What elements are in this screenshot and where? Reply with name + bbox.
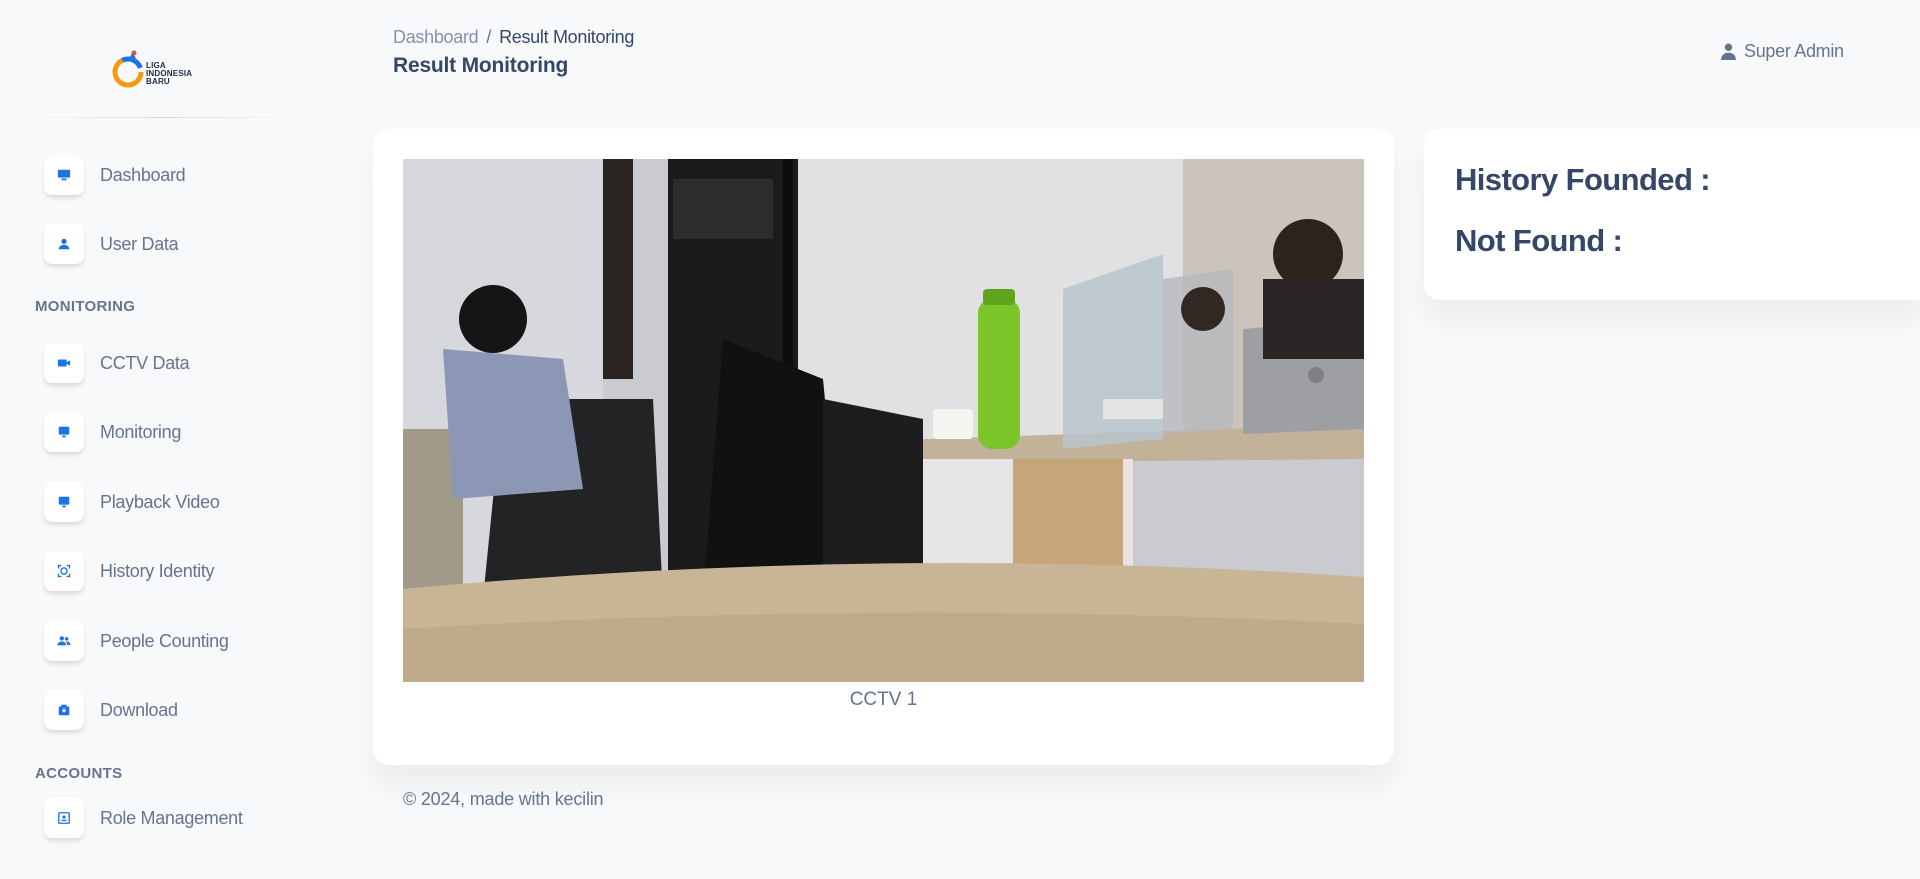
video-card: CCTV 1 — [373, 129, 1394, 765]
sidebar-item-label: Download — [100, 699, 178, 720]
sidebar-item-label: Dashboard — [100, 164, 186, 185]
sidebar: LIGA INDONESIA BARU Dashboard User Data … — [0, 0, 320, 879]
video-camera-icon — [44, 343, 84, 383]
section-title-monitoring: MONITORING — [35, 298, 136, 315]
monitor-icon — [44, 155, 84, 195]
user-icon — [44, 224, 84, 264]
sidebar-item-download[interactable]: Download — [44, 689, 304, 731]
sidebar-item-label: History Identity — [100, 560, 215, 581]
sidebar-item-cctv-data[interactable]: CCTV Data — [44, 342, 304, 384]
liga-logo-icon — [112, 50, 144, 88]
user-icon — [1721, 43, 1736, 60]
sidebar-item-label: Monitoring — [100, 421, 182, 442]
breadcrumb-separator: / — [486, 27, 492, 47]
video-caption: CCTV 1 — [849, 689, 918, 710]
breadcrumb: Dashboard / Result Monitoring — [393, 27, 634, 48]
history-card: History Founded : Not Found : — [1424, 129, 1920, 300]
face-scan-icon — [44, 551, 84, 591]
sidebar-item-label: CCTV Data — [100, 352, 190, 373]
brand-logo-text: LIGA INDONESIA BARU — [146, 61, 193, 86]
monitor-icon — [44, 412, 84, 452]
id-card-icon — [44, 798, 84, 838]
user-name: Super Admin — [1744, 41, 1844, 61]
sidebar-item-label: User Data — [100, 233, 179, 254]
sidebar-item-label: People Counting — [100, 630, 229, 651]
sidebar-item-people-counting[interactable]: People Counting — [44, 620, 304, 662]
page-title: Result Monitoring — [393, 54, 569, 77]
cctv-video-stream[interactable] — [403, 159, 1364, 682]
sidebar-item-label: Role Management — [100, 807, 243, 828]
monitor-icon — [44, 482, 84, 522]
user-menu[interactable]: Super Admin — [1721, 41, 1844, 62]
footer-text: © 2024, made with kecilin — [403, 789, 604, 809]
users-icon — [44, 621, 84, 661]
breadcrumb-link-dashboard[interactable]: Dashboard — [393, 27, 479, 47]
brand-logo[interactable]: LIGA INDONESIA BARU — [112, 48, 212, 92]
sidebar-item-history-identity[interactable]: History Identity — [44, 550, 304, 592]
section-title-accounts: ACCOUNTS — [35, 765, 123, 782]
breadcrumb-current: Result Monitoring — [499, 27, 635, 47]
sidebar-item-playback-video[interactable]: Playback Video — [44, 481, 304, 523]
sidebar-item-role-management[interactable]: Role Management — [44, 797, 304, 839]
sidebar-item-dashboard[interactable]: Dashboard — [44, 154, 304, 196]
sidebar-item-label: Playback Video — [100, 491, 220, 512]
not-found-label: Not Found : — [1455, 223, 1623, 258]
sidebar-item-user-data[interactable]: User Data — [44, 223, 304, 265]
history-founded-label: History Founded : — [1455, 162, 1711, 197]
sidebar-item-monitoring[interactable]: Monitoring — [44, 411, 304, 453]
cctv-frame-image — [403, 159, 1364, 682]
sidebar-divider — [20, 117, 305, 118]
download-box-icon — [44, 690, 84, 730]
